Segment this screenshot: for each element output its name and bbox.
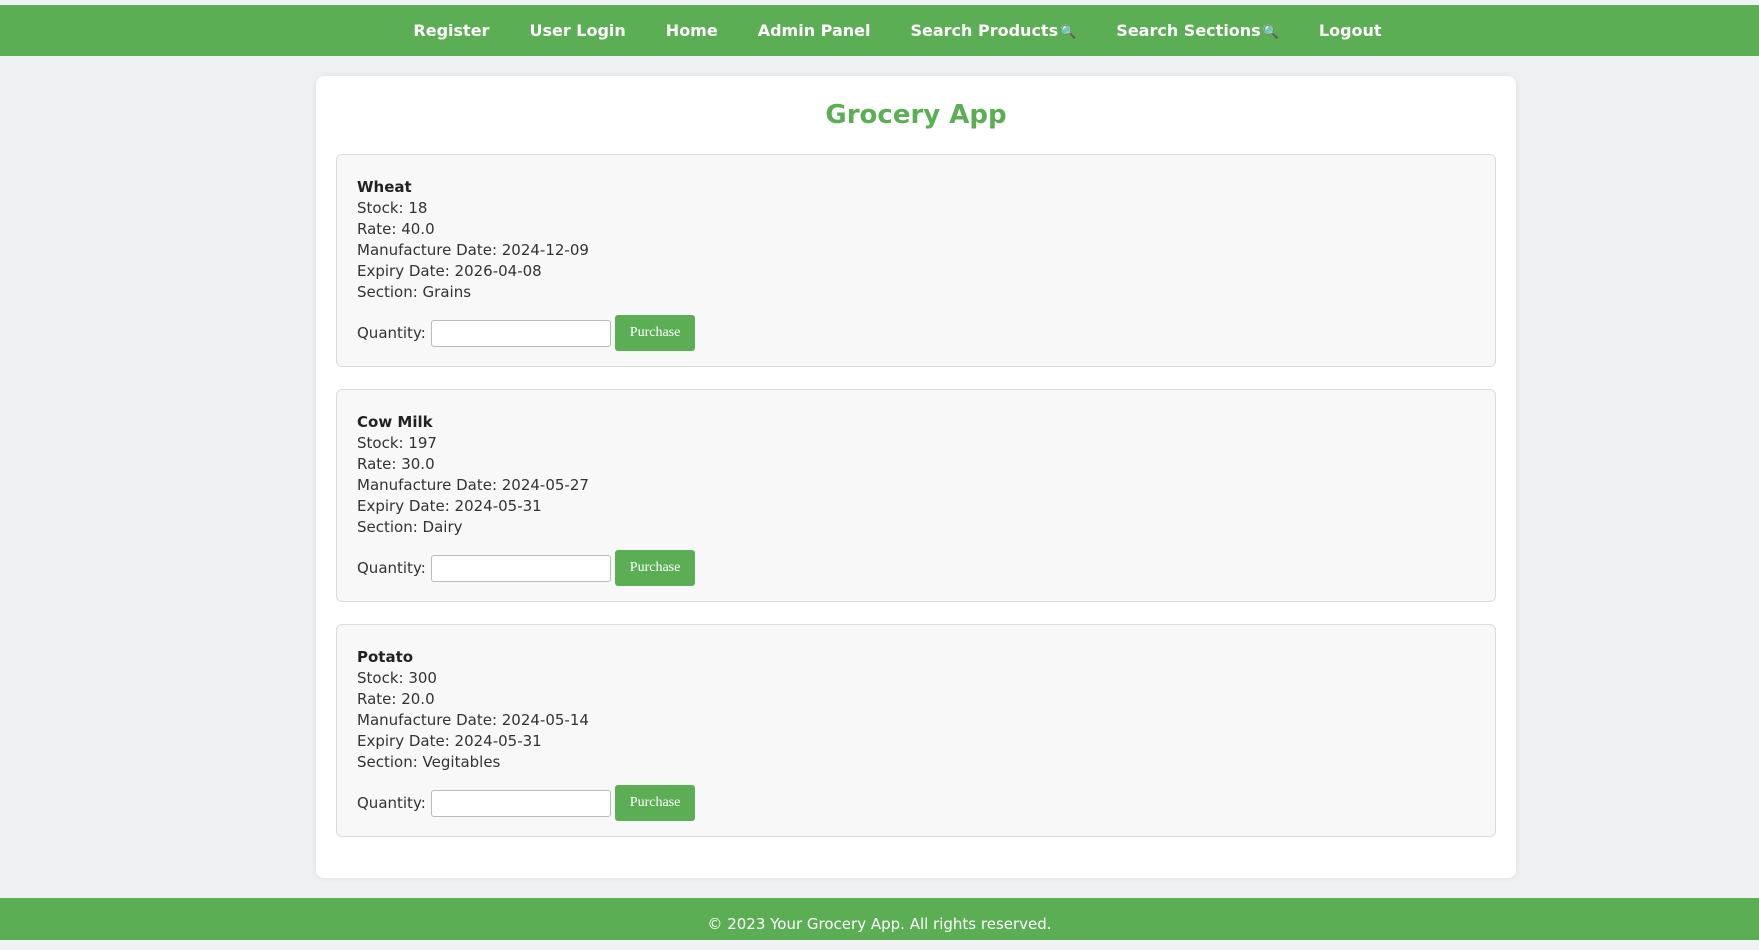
product-card-potato: Potato Stock: 300 Rate: 20.0 Manufacture…	[336, 624, 1496, 837]
quantity-row: Quantity: Purchase	[357, 315, 1475, 351]
nav-label: Register	[413, 21, 490, 40]
nav-label: User Login	[529, 21, 626, 40]
quantity-input[interactable]	[430, 789, 611, 817]
product-rate: Rate: 30.0	[357, 455, 435, 473]
product-card-wheat: Wheat Stock: 18 Rate: 40.0 Manufacture D…	[336, 154, 1496, 367]
product-expiry-date: Expiry Date: 2024-05-31	[357, 497, 542, 515]
quantity-label: Quantity:	[357, 324, 426, 342]
nav-register-link[interactable]: Register	[413, 21, 489, 40]
product-stock: Stock: 300	[357, 669, 437, 687]
quantity-input[interactable]	[430, 554, 611, 582]
nav-label: Search Sections	[1116, 21, 1261, 40]
page-title: Grocery App	[825, 100, 1007, 130]
purchase-button[interactable]: Purchase	[614, 550, 696, 586]
nav-user-login-link[interactable]: User Login	[529, 21, 625, 40]
product-manufacture-date: Manufacture Date: 2024-12-09	[357, 241, 589, 259]
product-rate: Rate: 20.0	[357, 690, 435, 708]
nav-admin-panel-link[interactable]: Admin Panel	[758, 21, 871, 40]
nav-label: Home	[665, 21, 718, 40]
product-section: Section: Vegitables	[357, 753, 501, 771]
footer-text: © 2023 Your Grocery App. All rights rese…	[707, 915, 1052, 933]
product-rate: Rate: 40.0	[357, 220, 435, 238]
magnifier-icon: 🔍	[1060, 25, 1077, 40]
product-manufacture-date: Manufacture Date: 2024-05-27	[357, 476, 589, 494]
main-container: Grocery App Wheat Stock: 18 Rate: 40.0 M…	[316, 76, 1516, 878]
product-manufacture-date: Manufacture Date: 2024-05-14	[357, 711, 589, 729]
nav-label: Search Products	[910, 21, 1059, 40]
product-card-cow-milk: Cow Milk Stock: 197 Rate: 30.0 Manufactu…	[336, 389, 1496, 602]
product-stock: Stock: 18	[357, 199, 428, 217]
quantity-label: Quantity:	[357, 794, 426, 812]
nav-search-products-link[interactable]: Search Products 🔍	[910, 21, 1076, 40]
quantity-input[interactable]	[430, 319, 611, 347]
nav-label: Admin Panel	[757, 21, 871, 40]
navbar: Register User Login Home Admin Panel Sea…	[0, 5, 1759, 56]
purchase-button[interactable]: Purchase	[614, 785, 696, 821]
quantity-label: Quantity:	[357, 559, 426, 577]
nav-search-sections-link[interactable]: Search Sections 🔍	[1116, 21, 1279, 40]
product-expiry-date: Expiry Date: 2026-04-08	[357, 262, 542, 280]
nav-logout-link[interactable]: Logout	[1319, 21, 1382, 40]
product-name: Wheat	[357, 178, 412, 196]
quantity-row: Quantity: Purchase	[357, 550, 1475, 586]
purchase-button[interactable]: Purchase	[614, 315, 696, 351]
quantity-row: Quantity: Purchase	[357, 785, 1475, 821]
product-expiry-date: Expiry Date: 2024-05-31	[357, 732, 542, 750]
product-section: Section: Dairy	[357, 518, 463, 536]
nav-label: Logout	[1318, 21, 1382, 40]
product-section: Section: Grains	[357, 283, 472, 301]
footer: © 2023 Your Grocery App. All rights rese…	[0, 898, 1759, 940]
product-name: Potato	[357, 648, 414, 666]
magnifier-icon: 🔍	[1262, 25, 1279, 40]
product-name: Cow Milk	[357, 413, 433, 431]
product-stock: Stock: 197	[357, 434, 437, 452]
nav-home-link[interactable]: Home	[666, 21, 718, 40]
